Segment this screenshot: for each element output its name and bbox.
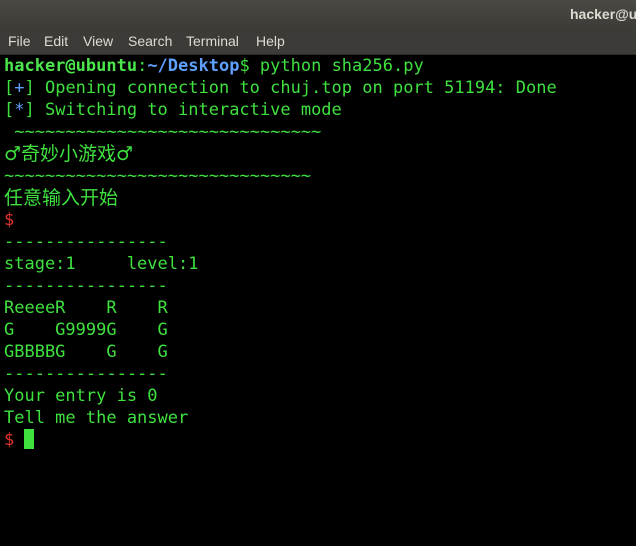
menu-file[interactable]: File bbox=[8, 33, 31, 49]
menu-edit[interactable]: Edit bbox=[44, 33, 68, 49]
window-titlebar[interactable]: hacker@u bbox=[0, 0, 636, 30]
prompt-dollar: $ bbox=[239, 56, 250, 76]
tilde-border-bottom: ~~~~~~~~~~~~~~~~~~~~~~~~~~~~~~ bbox=[4, 166, 312, 186]
dash-divider-3: ---------------- bbox=[4, 364, 168, 384]
log-interactive-text: ] Switching to interactive mode bbox=[24, 100, 342, 120]
log-bracket: [ bbox=[4, 78, 15, 98]
log-bracket: [ bbox=[4, 100, 15, 120]
prompt-path: ~/Desktop bbox=[147, 56, 240, 76]
prompt-user-host: hacker@ubuntu bbox=[4, 56, 138, 76]
dash-divider-1: ---------------- bbox=[4, 232, 168, 252]
grid-row-1: ReeeeR R R bbox=[4, 298, 168, 318]
menu-search[interactable]: Search bbox=[128, 33, 172, 49]
stage-level-line: stage:1 level:1 bbox=[4, 254, 199, 274]
start-hint: 任意输入开始 bbox=[4, 187, 119, 209]
menu-view[interactable]: View bbox=[83, 33, 113, 49]
prompt-command: python sha256.py bbox=[249, 56, 424, 76]
menu-help[interactable]: Help bbox=[256, 33, 285, 49]
input-prompt-1: $ bbox=[4, 210, 15, 230]
log-plus-symbol: + bbox=[14, 78, 25, 98]
grid-row-3: GBBBBG G G bbox=[4, 342, 168, 362]
log-star-symbol: * bbox=[14, 100, 25, 120]
game-title: ♂奇妙小游戏♂ bbox=[4, 143, 134, 165]
command-prompt-line: hacker@ubuntu:~/Desktop$ python sha256.p… bbox=[4, 55, 424, 77]
question-line: Tell me the answer bbox=[4, 408, 189, 428]
log-line-connection: [+] Opening connection to chuj.top on po… bbox=[4, 77, 557, 99]
terminal-output[interactable]: hacker@ubuntu:~/Desktop$ python sha256.p… bbox=[0, 55, 636, 546]
prompt-colon: : bbox=[137, 56, 148, 76]
menu-bar: File Edit View Search Terminal Help bbox=[0, 30, 636, 55]
tilde-border-top: ~~~~~~~~~~~~~~~~~~~~~~~~~~~~~~ bbox=[4, 122, 322, 142]
text-cursor[interactable] bbox=[24, 429, 35, 449]
entry-line: Your entry is 0 bbox=[4, 386, 158, 406]
menu-terminal[interactable]: Terminal bbox=[186, 33, 239, 49]
log-line-interactive: [*] Switching to interactive mode bbox=[4, 99, 342, 121]
log-connection-text: ] Opening connection to chuj.top on port… bbox=[24, 78, 557, 98]
dash-divider-2: ---------------- bbox=[4, 276, 168, 296]
active-prompt-line[interactable]: $ bbox=[4, 429, 35, 451]
window-title: hacker@u bbox=[570, 6, 636, 22]
input-prompt-2: $ bbox=[4, 430, 15, 450]
grid-row-2: G G9999G G bbox=[4, 320, 168, 340]
